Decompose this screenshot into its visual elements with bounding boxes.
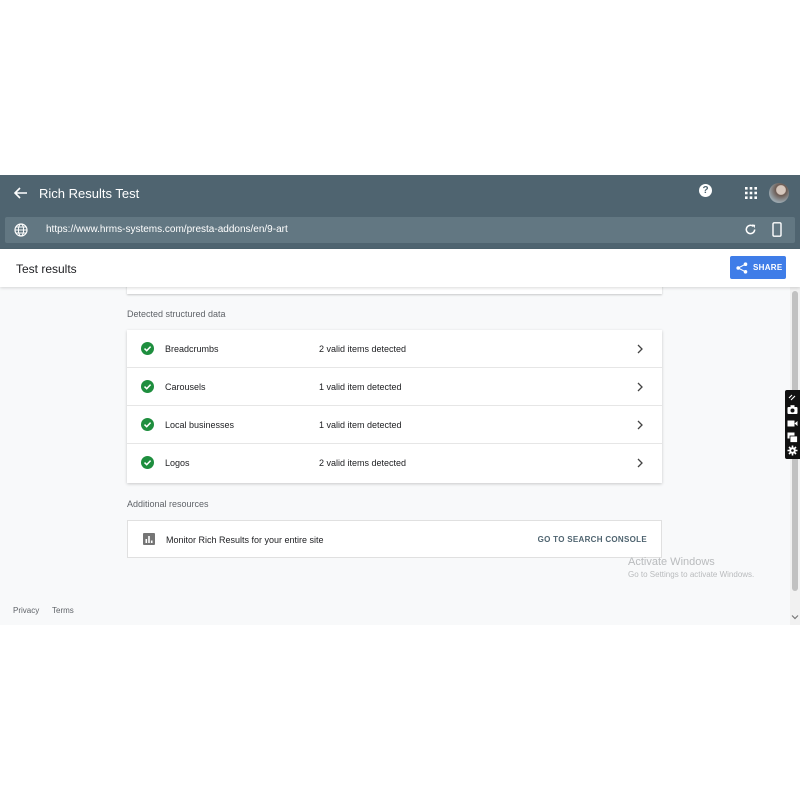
detected-section-label: Detected structured data: [127, 309, 226, 319]
rich-results-app: Rich Results Test ? https://www.hrms-sys…: [0, 175, 800, 625]
check-circle-icon: [141, 456, 154, 469]
bar-chart-icon: [143, 533, 155, 545]
back-arrow-icon[interactable]: [11, 183, 31, 203]
watermark-subtitle: Go to Settings to activate Windows.: [628, 570, 755, 579]
resource-card: Monitor Rich Results for your entire sit…: [127, 520, 662, 558]
share-button[interactable]: SHARE: [730, 256, 786, 279]
item-status: 1 valid item detected: [319, 420, 402, 430]
chevron-right-icon: [637, 382, 643, 392]
detected-items-card: Breadcrumbs 2 valid items detected Carou…: [127, 330, 662, 483]
search-console-link[interactable]: GO TO SEARCH CONSOLE: [538, 535, 647, 544]
link-icon[interactable]: [787, 392, 798, 403]
chevron-right-icon: [637, 344, 643, 354]
top-app-bar: Rich Results Test ? https://www.hrms-sys…: [0, 175, 800, 249]
camera-icon[interactable]: [787, 404, 798, 415]
apps-grid-icon[interactable]: [745, 187, 757, 199]
url-bar: https://www.hrms-systems.com/presta-addo…: [5, 217, 795, 243]
video-camera-icon[interactable]: [787, 418, 798, 429]
share-icon: [736, 262, 748, 274]
gear-icon[interactable]: [787, 445, 798, 456]
item-type-name: Logos: [165, 458, 190, 468]
app-title: Rich Results Test: [39, 186, 140, 201]
list-item[interactable]: Logos 2 valid items detected: [127, 444, 662, 482]
mobile-device-icon[interactable]: [772, 222, 782, 237]
help-icon[interactable]: ?: [699, 184, 712, 197]
list-item[interactable]: Breadcrumbs 2 valid items detected: [127, 330, 662, 368]
item-status: 1 valid item detected: [319, 382, 402, 392]
terms-link[interactable]: Terms: [52, 606, 74, 615]
results-header: Test results SHARE: [0, 249, 800, 287]
tested-url[interactable]: https://www.hrms-systems.com/presta-addo…: [46, 224, 288, 235]
item-type-name: Local businesses: [165, 420, 235, 430]
account-avatar[interactable]: [769, 183, 789, 203]
item-type-name: Breadcrumbs: [165, 344, 219, 354]
item-status: 2 valid items detected: [319, 344, 407, 354]
list-item[interactable]: Local businesses 1 valid item detected: [127, 406, 662, 444]
share-label: SHARE: [753, 263, 783, 272]
list-item[interactable]: Carousels 1 valid item detected: [127, 368, 662, 406]
watermark-title: Activate Windows: [628, 556, 715, 568]
results-title: Test results: [16, 262, 77, 276]
activate-windows-watermark: Activate Windows Go to Settings to activ…: [628, 556, 754, 579]
reload-icon[interactable]: [744, 223, 757, 236]
chevron-right-icon: [637, 458, 643, 468]
check-circle-icon: [141, 342, 154, 355]
resource-description: Monitor Rich Results for your entire sit…: [166, 535, 324, 545]
scroll-down-arrow-icon[interactable]: [791, 613, 799, 621]
item-status: 2 valid items detected: [319, 458, 407, 468]
windows-icon[interactable]: [787, 432, 798, 443]
privacy-link[interactable]: Privacy: [13, 606, 39, 615]
additional-section-label: Additional resources: [127, 499, 209, 509]
floating-capture-toolbar: [785, 390, 800, 459]
item-type-name: Carousels: [165, 382, 206, 392]
check-circle-icon: [141, 380, 154, 393]
chevron-right-icon: [637, 420, 643, 430]
globe-icon: [14, 223, 28, 237]
check-circle-icon: [141, 418, 154, 431]
